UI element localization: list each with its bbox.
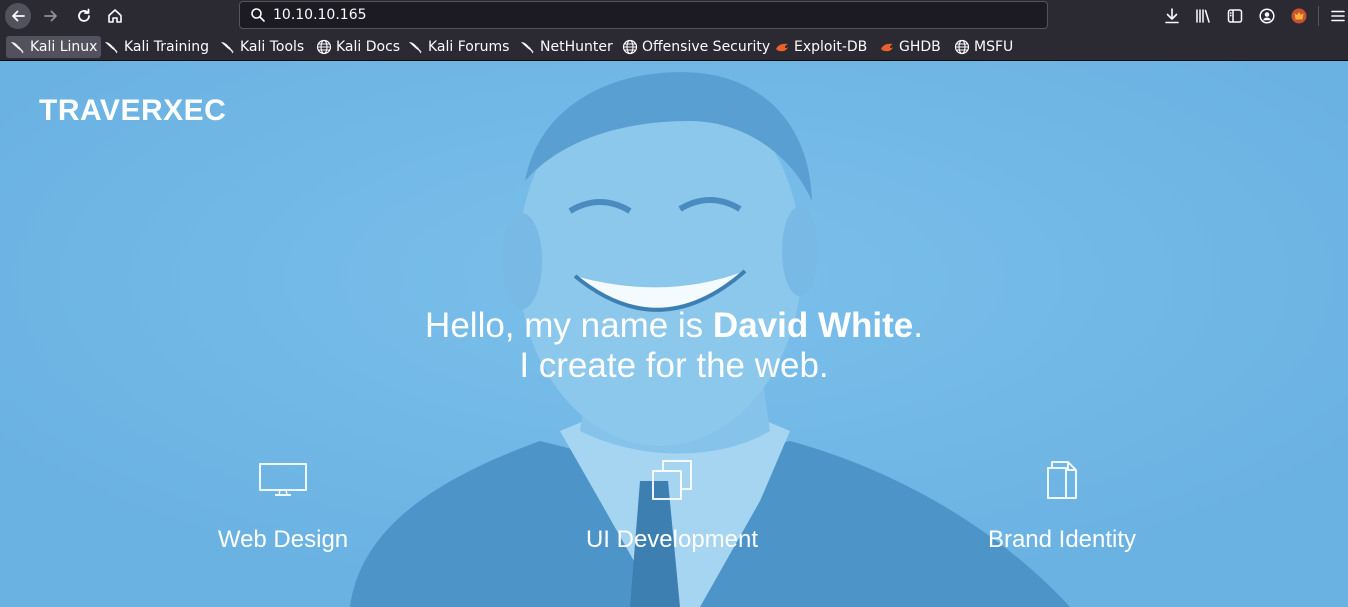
hero-headline: Hello, my name is David White. I create … [0,306,1348,386]
document-icon [912,459,1212,501]
service-label: Brand Identity [987,526,1137,553]
bookmarks-toolbar: Kali Linux Kali Training Kali Tools Kali… [0,32,1348,61]
url-input[interactable] [273,7,973,23]
bookmark-kali-forums[interactable]: Kali Forums [404,36,513,58]
service-label: Web Design [217,526,349,553]
bookmark-nethunter[interactable]: NetHunter [516,36,617,58]
hamburger-menu-icon [1331,10,1345,22]
bookmark-kali-training[interactable]: Kali Training [100,36,213,58]
bookmark-offensive-security[interactable]: Offensive Security [618,36,774,58]
extension-button[interactable] [1288,5,1310,27]
globe-icon [316,39,332,55]
kali-dragon-icon [10,39,26,55]
forward-button[interactable] [38,3,64,29]
hero-period: . [913,306,923,345]
url-bar[interactable] [239,1,1048,29]
bookmark-label: NetHunter [540,39,613,55]
downloads-button[interactable] [1161,5,1183,27]
bookmark-label: Exploit-DB [794,39,868,55]
account-button[interactable] [1256,5,1278,27]
home-icon [108,9,122,23]
bookmark-label: Kali Tools [240,39,305,55]
sidebar-button[interactable] [1224,5,1246,27]
kali-dragon-icon [408,39,424,55]
bookmark-label: Kali Linux [30,39,98,55]
bookmark-label: Kali Docs [336,39,401,55]
bookmark-ghdb[interactable]: GHDB [875,36,945,58]
kali-dragon-icon [104,39,120,55]
globe-icon [954,39,970,55]
reload-icon [78,8,90,22]
library-icon [1196,9,1210,23]
globe-icon [622,39,638,55]
bookmark-msfu[interactable]: MSFU [950,36,1017,58]
browser-toolbar [0,0,1348,32]
search-icon [250,7,266,23]
site-logo[interactable]: TRAVERXEC [39,94,226,128]
hero-intro: Hello, my name is [425,306,713,345]
download-icon [1165,8,1179,24]
service-ui-development: UI Development [522,459,822,554]
layers-icon [522,459,822,501]
bookmark-kali-linux[interactable]: Kali Linux [6,36,102,58]
bookmark-label: Kali Training [124,39,209,55]
exploit-db-icon [879,39,895,55]
toolbar-divider [1318,6,1319,26]
arrow-left-icon [12,10,25,22]
bookmark-label: Offensive Security [642,39,771,55]
reload-button[interactable] [71,3,97,29]
kali-dragon-icon [520,39,536,55]
service-brand-identity: Brand Identity [912,459,1212,554]
bookmark-kali-tools[interactable]: Kali Tools [216,36,308,58]
bookmark-label: GHDB [899,39,941,55]
monitor-icon [133,459,433,501]
bookmark-kali-docs[interactable]: Kali Docs [312,36,404,58]
back-button[interactable] [5,3,31,29]
account-icon [1259,8,1275,24]
service-label: UI Development [585,526,759,553]
hero-headline-line2: I create for the web. [519,346,829,385]
bookmark-label: Kali Forums [428,39,510,55]
bookmark-label: MSFU [974,39,1014,55]
hero-name: David White [712,306,914,345]
menu-button[interactable] [1327,5,1348,27]
sidebar-icon [1227,9,1243,23]
bookmark-exploit-db[interactable]: Exploit-DB [770,36,871,58]
home-button[interactable] [102,3,128,29]
hero-headline-line1: Hello, my name is David White. [0,306,1348,346]
service-web-design: Web Design [133,459,433,554]
library-button[interactable] [1192,5,1214,27]
exploit-db-icon [774,39,790,55]
foxyproxy-icon [1291,8,1307,24]
arrow-right-icon [44,10,57,22]
web-page: TRAVERXEC Hello, my name is David White.… [0,61,1348,607]
kali-dragon-icon [220,39,236,55]
